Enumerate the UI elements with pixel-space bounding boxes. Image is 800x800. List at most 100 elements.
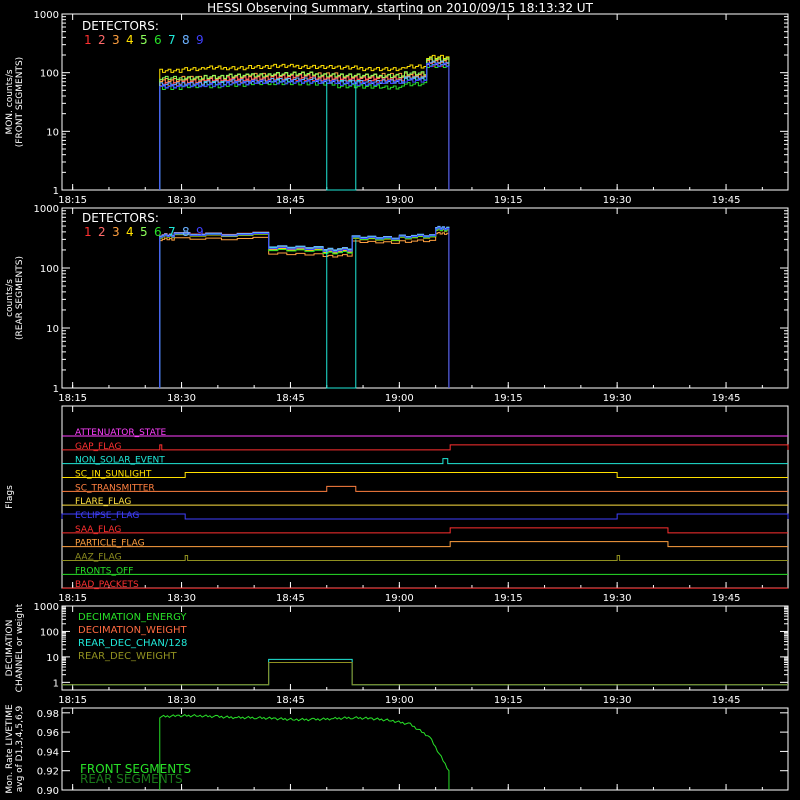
- decimation-legend-3: REAR_DEC_WEIGHT: [78, 651, 177, 662]
- rear-ytick-label: 1: [53, 384, 59, 395]
- rear-legend-4: 4: [126, 225, 134, 239]
- flag-label-sc_transmitter: SC_TRANSMITTER: [75, 483, 155, 493]
- front-ytick-label: 1: [53, 186, 59, 197]
- rear-legend-3: 3: [112, 225, 120, 239]
- rear-legend-7: 7: [168, 225, 176, 239]
- front-series-9: [159, 63, 450, 190]
- flags-xtick-label: 18:15: [58, 593, 87, 604]
- rear-legend-8: 8: [182, 225, 190, 239]
- front-xtick-label: 18:45: [276, 195, 305, 206]
- rear-series-5: [159, 227, 450, 388]
- front-xtick-label: 18:30: [167, 195, 196, 206]
- flag-label-non_solar_event: NON_SOLAR_EVENT: [75, 456, 165, 466]
- rear-xtick-label: 19:30: [603, 393, 632, 404]
- flag-line-eclipse_flag: [61, 513, 789, 520]
- front-ytick-label: 100: [40, 69, 59, 80]
- flag-line-aaz_flag: [62, 555, 788, 561]
- livetime-ytick-label: 0.92: [37, 767, 59, 778]
- rear-xtick-label: 19:45: [712, 393, 741, 404]
- rear-legend-2: 2: [98, 225, 106, 239]
- flag-label-attenuator_state: ATTENUATOR_STATE: [75, 428, 167, 438]
- rear-ytick-label: 1000: [34, 204, 59, 215]
- rear-dropout: [326, 239, 357, 389]
- flags-xtick-label: 18:30: [167, 593, 196, 604]
- rear-legend-9: 9: [196, 225, 204, 239]
- rear-series-2: [159, 228, 450, 388]
- rear-xtick-label: 18:45: [276, 393, 305, 404]
- front-ytick-label: 10: [46, 127, 59, 138]
- flag-label-aaz_flag: AAZ_FLAG: [75, 553, 122, 563]
- rear-series-1: [159, 226, 450, 388]
- decimation-xtick-label: 18:30: [167, 695, 196, 706]
- livetime-ytick-label: 0.94: [37, 747, 59, 758]
- front-xtick-label: 19:15: [494, 195, 523, 206]
- flag-label-eclipse_flag: ECLIPSE_FLAG: [75, 511, 139, 521]
- livetime-legend-1: REAR SEGMENTS: [80, 772, 183, 786]
- front-ylabel: MON. counts/s: [5, 69, 15, 134]
- front-ylabel: (FRONT SEGMENTS): [15, 57, 25, 147]
- rear-series-9: [159, 227, 450, 388]
- decimation-ytick-label: 10: [46, 653, 59, 664]
- front-legend-6: 6: [154, 33, 162, 47]
- summary-plot: 18:15 18:30 18:45 19:00 19:15 19:30 19:4511010…: [5, 10, 789, 797]
- front-legend-1: 1: [84, 33, 92, 47]
- rear-ytick-label: 100: [40, 264, 59, 275]
- decimation-legend-0: DECIMATION_ENERGY: [78, 612, 187, 623]
- front-xtick-label: 19:00: [385, 195, 414, 206]
- livetime-ytick-label: 0.90: [37, 786, 59, 797]
- front-legend-4: 4: [126, 33, 134, 47]
- decimation-ytick-label: 1: [53, 678, 59, 689]
- decimation-legend-1: DECIMATION_WEIGHT: [78, 625, 187, 636]
- flag-line-non_solar_event: [62, 458, 788, 465]
- decimation-box-1: [62, 662, 788, 686]
- rear-xtick-label: 18:15: [58, 393, 87, 404]
- flag-label-fronts_off: FRONTS_OFF: [75, 566, 133, 576]
- flags-xtick-label: 19:45: [712, 593, 741, 604]
- flag-line-sc_transmitter: [62, 485, 788, 492]
- rear-xtick-label: 18:30: [167, 393, 196, 404]
- flag-label-particle_flag: PARTICLE_FLAG: [75, 539, 145, 549]
- rear-xtick-label: 19:00: [385, 393, 414, 404]
- decimation-xtick-label: 19:15: [494, 695, 523, 706]
- rear-legend-5: 5: [140, 225, 148, 239]
- flags-ylabel: Flags: [5, 485, 15, 509]
- decimation-xtick-label: 18:45: [276, 695, 305, 706]
- livetime-ytick-label: 0.96: [37, 728, 59, 739]
- rear-legend-6: 6: [154, 225, 162, 239]
- front-legend-2: 2: [98, 33, 106, 47]
- livetime-series-front: [159, 713, 450, 790]
- flag-line-saa_flag: [62, 444, 789, 451]
- front-xtick-label: 18:15: [58, 195, 87, 206]
- rear-xtick-label: 19:15: [494, 393, 523, 404]
- front-xtick-label: 19:45: [712, 195, 741, 206]
- decimation-ytick-label: 1000: [34, 602, 59, 613]
- flags-xtick-label: 19:30: [603, 593, 632, 604]
- decimation-xtick-label: 18:15: [58, 695, 87, 706]
- rear-series-3: [159, 231, 450, 388]
- front-ytick-label: 1000: [34, 10, 59, 21]
- flag-label-saa_flag: GAP_FLAG: [75, 442, 121, 452]
- livetime-ytick-label: 0.98: [37, 709, 59, 720]
- front-xtick-label: 19:30: [603, 195, 632, 206]
- rear-ylabel: (REAR SEGMENTS): [15, 256, 25, 340]
- rear-series-6: [159, 228, 450, 388]
- rear-series-7: [159, 226, 450, 388]
- flags-xtick-label: 18:45: [276, 593, 305, 604]
- front-legend-9: 9: [196, 33, 204, 47]
- front-legend-5: 5: [140, 33, 148, 47]
- front-legend-title: DETECTORS:: [82, 19, 159, 33]
- decimation-box-0: [62, 658, 788, 686]
- decimation-xtick-label: 19:30: [603, 695, 632, 706]
- flag-label-saa_flag: SAA_FLAG: [75, 525, 121, 535]
- livetime-ylabel: avg of D1,3,4,5,6,9: [15, 705, 25, 792]
- flag-label-bad_packets: BAD_PACKETS: [75, 580, 139, 590]
- flags-xtick-label: 19:00: [385, 593, 414, 604]
- flag-label-flare_flag: FLARE_FLAG: [75, 497, 131, 507]
- decimation-ylabel: DECIMATION: [5, 620, 15, 677]
- rear-ylabel: counts/s: [5, 279, 15, 317]
- front-legend-3: 3: [112, 33, 120, 47]
- flag-line-sc_in_sunlight: [62, 472, 788, 478]
- livetime-ylabel: Mon. Rate LIVETIME: [5, 704, 15, 794]
- rear-legend-1: 1: [84, 225, 92, 239]
- flag-line-saa_flag: [62, 527, 788, 534]
